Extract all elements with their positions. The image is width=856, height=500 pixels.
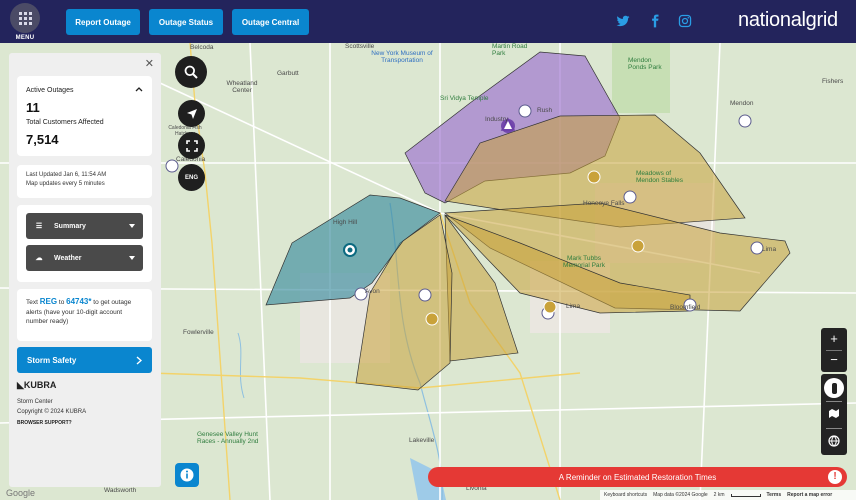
map-label: Martin Road Park [492,43,528,58]
report-map-error-link[interactable]: Report a map error [787,492,832,498]
weather-label: Weather [54,254,82,262]
map-label: Mendon Ponds Park [628,57,662,72]
update-info-card: Last Updated Jan 6, 11:54 AM Map updates… [17,165,152,198]
map-label: High Hill [333,219,358,226]
browser-support-link[interactable]: BROWSER SUPPORT? [17,420,72,426]
chevron-down-icon [129,224,135,228]
info-button[interactable] [175,463,199,487]
top-navigation-bar: MENU Report Outage Outage Status Outage … [0,0,856,43]
restoration-reminder-banner[interactable]: A Reminder on Estimated Restoration Time… [428,467,847,487]
map-label: Fishers [822,78,844,85]
customers-affected-label: Total Customers Affected [26,119,104,126]
park-area-mendon [612,43,670,113]
update-frequency-text: Map updates every 5 minutes [26,180,105,187]
map-label: Industry [485,116,509,123]
alert-icon: ! [828,470,842,484]
scale-bar [730,493,761,497]
map-label: Mark Tubbs Memorial Park [563,255,605,270]
layers-map-icon[interactable] [828,408,840,419]
terms-link[interactable]: Terms [767,492,782,498]
language-button[interactable]: ENG [178,164,205,191]
map-label: Lima [762,246,777,253]
google-logo: Google [6,488,36,498]
zoom-out-button[interactable]: − [821,351,847,369]
storm-safety-label: Storm Safety [27,355,77,365]
locate-button[interactable] [178,100,205,127]
outage-summary-card: Active Outages 11 Total Customers Affect… [17,76,152,156]
menu-button[interactable]: MENU [9,3,41,41]
map-label: Wheatland Center [226,80,258,95]
facebook-icon[interactable] [648,14,662,28]
chevron-up-icon[interactable] [135,86,143,92]
outage-status-button[interactable]: Outage Status [149,9,223,35]
navigation-arrow-icon [186,108,197,119]
filters-card: ☰ Summary ☁ Weather [17,205,152,282]
text-shortcode: 64743* [66,297,92,306]
map-label: Genesee Valley Hunt Races - Annually 2nd [197,431,259,446]
storm-safety-button[interactable]: Storm Safety [17,347,152,373]
outage-central-button[interactable]: Outage Central [232,9,309,35]
zoom-in-button[interactable]: + [821,330,847,348]
map-label: Wadsworth [104,487,137,494]
info-icon [180,468,194,482]
text-alert-message: Text REG to 64743* to get outage alerts … [26,297,132,326]
map-label: Rush [537,107,553,114]
map-label: Bloomfield [670,304,701,311]
grid-menu-icon [10,3,40,33]
kubra-mark-icon: ◣ [17,380,24,390]
active-outages-label: Active Outages [26,87,74,94]
map-attribution-bar: Keyboard shortcuts Map data ©2024 Google… [600,490,856,500]
scale-text: 2 km [713,492,725,498]
outage-info-panel: ✕ Active Outages 11 Total Customers Affe… [9,53,161,487]
map-label: Avon [365,288,380,295]
zoom-controls: + − [821,328,847,372]
active-outages-count: 11 [26,100,40,115]
map-label: Sri Vidya Temple [440,95,489,102]
reminder-text: A Reminder on Estimated Restoration Time… [558,472,717,482]
summary-dropdown[interactable]: ☰ Summary [26,213,143,239]
map-label: Lima [566,303,581,310]
customers-affected-count: 7,514 [26,132,59,147]
national-grid-logo: nationalgrid [738,9,838,31]
map-label: Honeoye Falls [583,200,625,207]
fullscreen-button[interactable] [178,132,205,159]
map-label: Garbutt [277,70,299,77]
map-label: Mendon [730,100,754,107]
map-label: Lakeville [409,437,435,444]
instagram-icon[interactable] [678,14,692,28]
report-outage-button[interactable]: Report Outage [66,9,140,35]
list-icon: ☰ [35,223,43,230]
keyboard-shortcuts-link[interactable]: Keyboard shortcuts [604,492,647,498]
map-label: Belcoda [190,44,214,51]
chevron-down-icon [129,256,135,260]
map-label: New York Museum of Transportation [371,50,433,65]
search-icon [184,65,198,79]
map-layer-controls [821,374,847,455]
fullscreen-icon [185,139,198,152]
menu-label: MENU [15,35,35,41]
map-label: Fowlerville [183,329,214,336]
map-data-text: Map data ©2024 Google [653,492,708,498]
text-keyword: REG [39,297,58,306]
kubra-logo: ◣KUBRA [17,380,57,390]
weather-dropdown[interactable]: ☁ Weather [26,245,143,271]
chevron-right-icon [136,356,142,365]
copyright-text: Copyright © 2024 KUBRA [17,409,87,415]
summary-label: Summary [54,222,86,230]
twitter-icon[interactable] [616,14,630,28]
last-updated-text: Last Updated Jan 6, 11:54 AM [26,172,107,178]
storm-center-text: Storm Center [17,399,53,405]
globe-icon[interactable] [828,435,840,447]
traffic-light-icon[interactable] [824,378,844,398]
map-label: Meadows of Mendon Stables [636,170,683,185]
search-button[interactable] [175,56,207,88]
text-alert-card: Text REG to 64743* to get outage alerts … [17,289,152,341]
cloud-icon: ☁ [35,255,43,262]
close-icon[interactable]: ✕ [145,57,154,70]
